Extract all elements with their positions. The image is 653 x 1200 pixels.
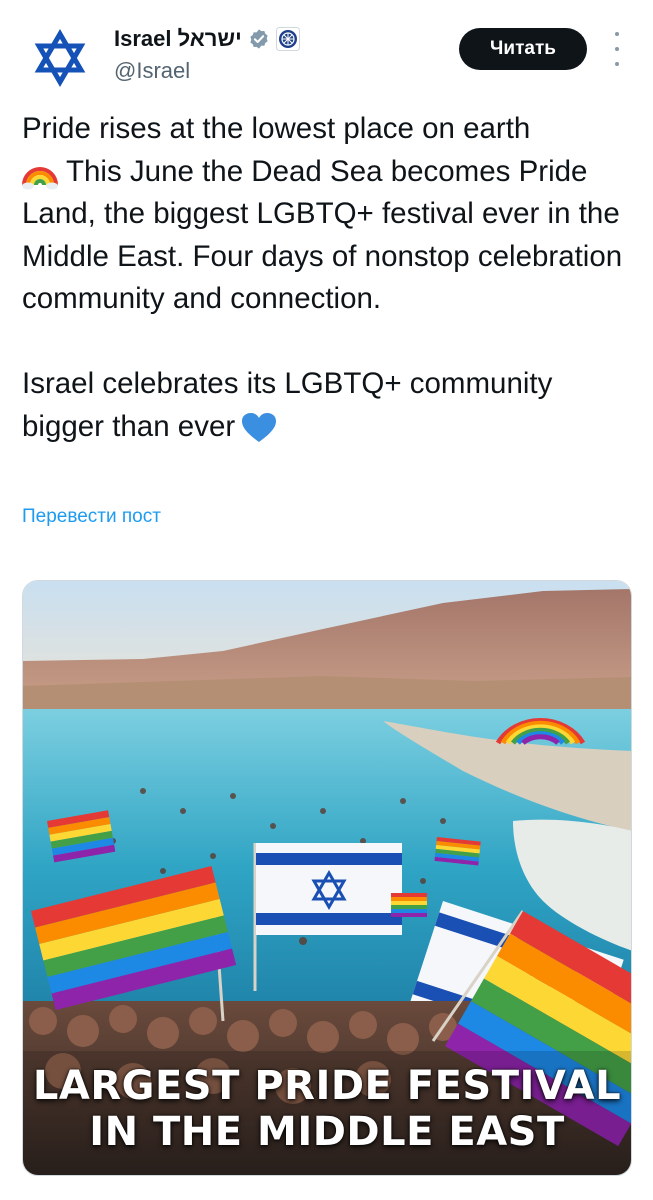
media-caption: LARGEST PRIDE FESTIVAL IN THE MIDDLE EAS… (23, 1063, 631, 1155)
translate-post-link[interactable]: Перевести пост (22, 506, 161, 528)
government-badge-icon (275, 27, 300, 51)
avatar[interactable] (22, 20, 98, 96)
author-name[interactable]: Israel ישראל (114, 26, 242, 52)
tweet-header: Israel ישראל @Israel Читать (0, 0, 653, 110)
tweet-line-2: This June the Dead Sea becomes Pride Lan… (22, 154, 631, 316)
verified-badge-icon (250, 29, 268, 49)
author-block: Israel ישראל @Israel (114, 24, 300, 84)
blue-heart-icon (242, 412, 277, 442)
rainbow-icon (22, 166, 58, 190)
tweet-line-1: Pride rises at the lowest place on earth (22, 112, 531, 145)
media-caption-line-2: IN THE MIDDLE EAST (89, 1109, 565, 1155)
follow-button[interactable]: Читать (459, 28, 587, 70)
media-caption-line-1: LARGEST PRIDE FESTIVAL (32, 1063, 622, 1109)
tweet-line-3: Israel celebrates its LGBTQ+ community b… (22, 367, 561, 443)
tweet-media-image[interactable]: LARGEST PRIDE FESTIVAL IN THE MIDDLE EAS… (22, 580, 632, 1176)
more-vertical-icon[interactable] (608, 32, 626, 66)
author-handle[interactable]: @Israel (114, 58, 300, 84)
star-of-david-icon (22, 20, 98, 96)
tweet-text: Pride rises at the lowest place on earth… (22, 108, 632, 448)
